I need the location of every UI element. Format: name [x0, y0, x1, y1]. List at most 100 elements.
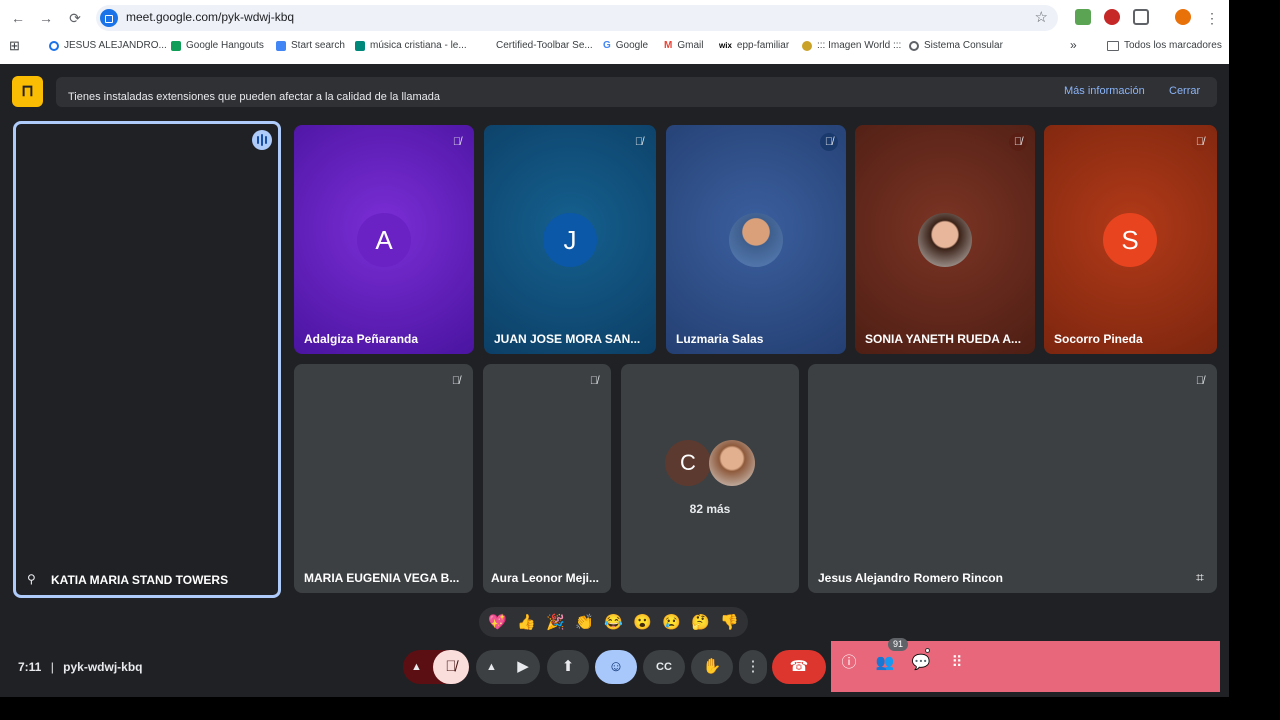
- bookmark-label: Sistema Consular: [924, 40, 1003, 51]
- more-participants-label: 82 más: [689, 502, 731, 516]
- pin-icon: ⚲: [27, 572, 36, 586]
- present-screen-button[interactable]: ⬆: [547, 650, 589, 684]
- chat-icon[interactable]: 💬: [909, 651, 933, 675]
- avatar: S: [1103, 213, 1157, 267]
- bookmark-item[interactable]: ::: Imagen World :::: [802, 40, 901, 51]
- chat-notification-dot: [925, 648, 930, 653]
- bottom-black-border: [0, 697, 1280, 720]
- muted-mic-icon: 🎙̸: [589, 375, 599, 387]
- more-bookmarks-icon[interactable]: »: [1070, 38, 1077, 52]
- muted-mic-icon: 🎙̸: [1009, 133, 1027, 151]
- bookmark-item[interactable]: Start search: [276, 40, 345, 51]
- bookmark-label: Certified-Toolbar Se...: [496, 40, 593, 51]
- reaction-thinking[interactable]: 🤔: [691, 613, 710, 631]
- crop-icon[interactable]: ⌗: [1191, 569, 1209, 587]
- reaction-sad[interactable]: 😢: [662, 613, 681, 631]
- blank-page-icon: [481, 40, 491, 51]
- meet-site-icon: [100, 9, 118, 27]
- close-banner-link[interactable]: Cerrar: [1169, 85, 1200, 97]
- bookmark-label: epp-familiar: [736, 40, 790, 51]
- extension-shield-icon[interactable]: [1104, 9, 1120, 25]
- extensions-puzzle-icon[interactable]: [1133, 9, 1149, 25]
- bookmark-star-icon[interactable]: ☆: [1035, 8, 1048, 26]
- raise-hand-button[interactable]: ✋: [691, 650, 733, 684]
- participant-name: Adalgiza Peñaranda: [304, 332, 419, 346]
- folder-icon: [1107, 40, 1119, 51]
- imagen-world-icon: [802, 40, 812, 51]
- people-icon[interactable]: 👥: [873, 651, 897, 675]
- participant-tile[interactable]: 🎙̸ Luzmaria Salas: [666, 125, 846, 354]
- bookmarks-bar: ⊞ JESUS ALEJANDRO... Google Hangouts Sta…: [0, 36, 1229, 58]
- reaction-heart[interactable]: 💖: [488, 613, 507, 631]
- browser-navbar: ← → ⟳ meet.google.com/pyk-wdwj-kbq ☆ ⋮: [0, 0, 1229, 36]
- bookmark-label: música cristiana - le...: [370, 40, 467, 51]
- meeting-details-icon[interactable]: ⓘ: [837, 651, 861, 675]
- more-info-link[interactable]: Más información: [1064, 85, 1145, 97]
- camera-button[interactable]: ▶: [508, 650, 538, 684]
- people-count-badge: 91: [888, 638, 909, 651]
- more-options-button[interactable]: ⋮: [739, 650, 767, 684]
- emoji-reactions-button[interactable]: ☺: [595, 650, 637, 684]
- extension-warning-icon: ⊓: [12, 76, 43, 107]
- participant-tile[interactable]: 🎙̸ A Adalgiza Peñaranda: [294, 125, 474, 354]
- reaction-laugh[interactable]: 😂: [604, 613, 623, 631]
- bookmark-item[interactable]: Sistema Consular: [909, 40, 1003, 51]
- bookmark-item[interactable]: Certified-Toolbar Se...: [481, 40, 593, 51]
- back-icon[interactable]: ←: [9, 9, 27, 27]
- bookmark-item[interactable]: wix epp-familiar: [719, 40, 789, 51]
- participant-name: Jesus Alejandro Romero Rincon: [818, 571, 1003, 585]
- reaction-thumbs-up[interactable]: 👍: [517, 613, 536, 631]
- muted-mic-icon: 🎙̸: [634, 136, 644, 148]
- participant-tile[interactable]: 🎙̸ Jesus Alejandro Romero Rincon ⌗: [808, 364, 1217, 593]
- participant-photo: [918, 213, 972, 267]
- participant-name: Socorro Pineda: [1054, 332, 1143, 346]
- participant-tile[interactable]: 🎙̸ Aura Leonor Meji...: [483, 364, 611, 593]
- reload-icon[interactable]: ⟳: [66, 9, 84, 27]
- mic-options-chevron-icon[interactable]: ▲: [411, 650, 422, 684]
- wix-icon: wix: [719, 41, 732, 50]
- reaction-surprised[interactable]: 😮: [633, 613, 652, 631]
- bookmark-item[interactable]: M Gmail: [664, 40, 703, 51]
- forward-icon[interactable]: →: [37, 9, 55, 27]
- address-bar[interactable]: meet.google.com/pyk-wdwj-kbq ☆: [96, 5, 1058, 31]
- extensions-banner: Tienes instaladas extensiones que pueden…: [56, 77, 1217, 107]
- url-text: meet.google.com/pyk-wdwj-kbq: [126, 10, 295, 24]
- mute-microphone-button[interactable]: 🎙̸: [433, 650, 469, 684]
- profile-avatar-icon[interactable]: [1175, 9, 1191, 25]
- muted-mic-icon: 🎙̸: [1195, 375, 1205, 387]
- others-tile[interactable]: C 82 más: [621, 364, 799, 593]
- meet-stage: ⊓ Tienes instaladas extensiones que pued…: [0, 64, 1229, 697]
- browser-chrome: ← → ⟳ meet.google.com/pyk-wdwj-kbq ☆ ⋮ ⊞…: [0, 0, 1229, 64]
- muted-mic-icon: 🎙̸: [1191, 133, 1209, 151]
- all-bookmarks-folder[interactable]: Todos los marcadores: [1107, 40, 1222, 51]
- bookmark-label: JESUS ALEJANDRO...: [64, 40, 167, 51]
- participant-tile[interactable]: 🎙̸ S Socorro Pineda: [1044, 125, 1217, 354]
- apps-grid-icon[interactable]: ⊞: [9, 38, 20, 54]
- meeting-code: pyk-wdwj-kbq: [63, 660, 143, 674]
- active-speaker-tile[interactable]: ⚲ KATIA MARIA STAND TOWERS: [13, 121, 281, 598]
- microphone-control: ▲ 🎙̸: [403, 650, 469, 684]
- participant-name: Aura Leonor Meji...: [491, 571, 600, 585]
- reaction-thumbs-down[interactable]: 👎: [720, 613, 739, 631]
- camera-options-chevron-icon[interactable]: ▲: [486, 650, 497, 684]
- all-bookmarks-label: Todos los marcadores: [1124, 40, 1222, 51]
- leave-call-button[interactable]: ☎: [772, 650, 826, 684]
- participant-tile[interactable]: 🎙̸ J JUAN JOSE MORA SAN...: [484, 125, 656, 354]
- bookmark-item[interactable]: JESUS ALEJANDRO...: [49, 40, 167, 51]
- bookmark-item[interactable]: Google Hangouts: [171, 40, 264, 51]
- reaction-clap[interactable]: 👏: [575, 613, 594, 631]
- participant-tile[interactable]: 🎙̸ SONIA YANETH RUEDA A...: [855, 125, 1035, 354]
- bookmark-item[interactable]: G Google: [603, 40, 648, 51]
- extension-clipboard-icon[interactable]: [1075, 9, 1091, 25]
- muted-mic-icon: 🎙̸: [452, 136, 462, 148]
- participant-tile[interactable]: 🎙̸ MARIA EUGENIA VEGA B...: [294, 364, 473, 593]
- activities-icon[interactable]: ⠿: [945, 651, 969, 675]
- browser-menu-icon[interactable]: ⋮: [1203, 9, 1221, 27]
- gmail-icon: M: [664, 40, 673, 51]
- reaction-party[interactable]: 🎉: [546, 613, 565, 631]
- bookmark-item[interactable]: música cristiana - le...: [355, 40, 467, 51]
- meeting-time: 7:11: [18, 660, 42, 674]
- captions-button[interactable]: CC: [643, 650, 685, 684]
- music-icon: [355, 40, 365, 51]
- bookmark-label: Google Hangouts: [186, 40, 264, 51]
